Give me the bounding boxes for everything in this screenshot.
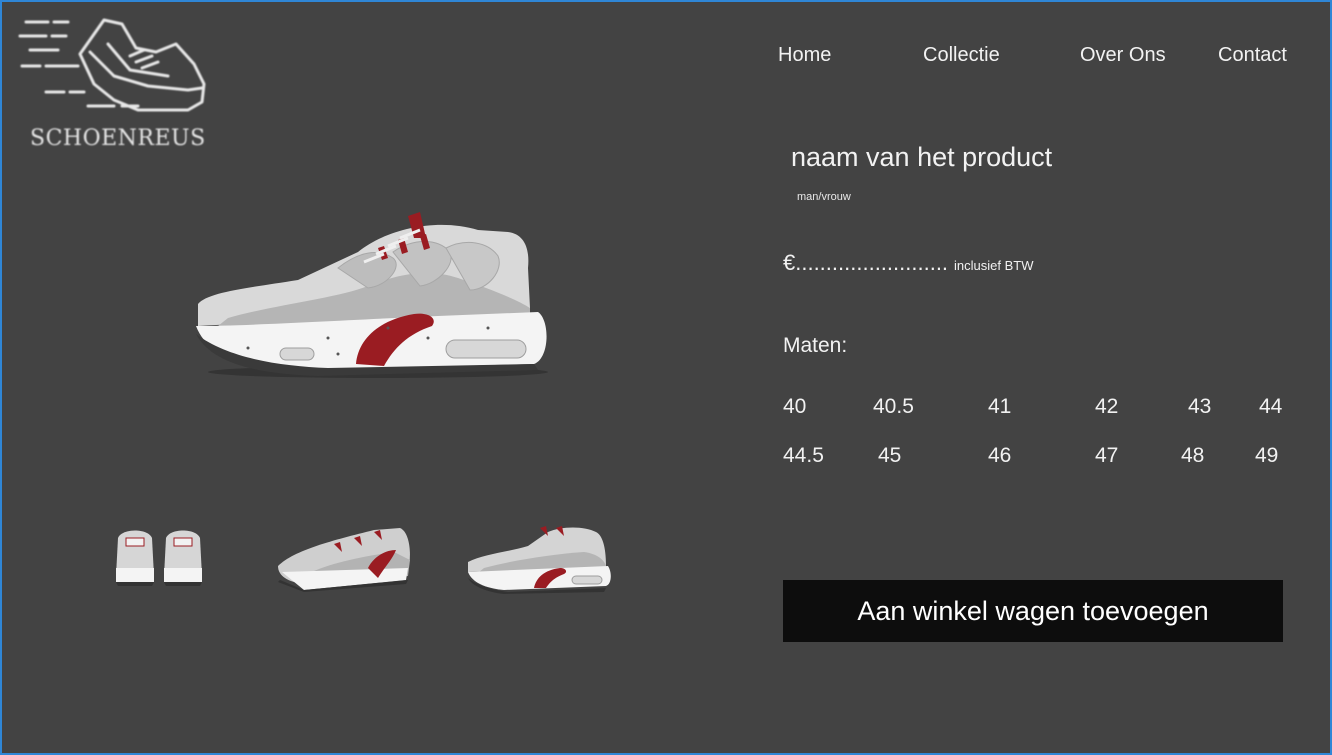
size-option[interactable]: 45 (878, 444, 901, 468)
sneaker-pair-view-image (278, 528, 410, 592)
size-option[interactable]: 44 (1259, 395, 1282, 419)
size-option[interactable]: 42 (1095, 395, 1118, 419)
nav-home[interactable]: Home (778, 44, 831, 67)
nav-collectie[interactable]: Collectie (923, 44, 1000, 67)
vat-note: inclusief BTW (954, 258, 1034, 273)
product-price: €......................... (783, 250, 949, 275)
size-option[interactable]: 49 (1255, 444, 1278, 468)
sneaker-back-view-image (116, 530, 202, 586)
size-option[interactable]: 46 (988, 444, 1011, 468)
nav-contact[interactable]: Contact (1218, 44, 1287, 67)
size-option[interactable]: 44.5 (783, 444, 824, 468)
size-option[interactable]: 47 (1095, 444, 1118, 468)
main-product-image[interactable] (188, 208, 560, 382)
product-page: SCHOENREUS Home Collectie Over Ons Conta… (0, 0, 1332, 755)
brand-logo[interactable]: SCHOENREUS (18, 14, 214, 154)
thumbnail-pair-view[interactable] (274, 520, 416, 597)
product-title: naam van het product (791, 142, 1053, 172)
running-shoe-logo-icon (18, 18, 206, 112)
size-option[interactable]: 40 (783, 395, 806, 419)
size-option[interactable]: 41 (988, 395, 1011, 419)
nav-over-ons[interactable]: Over Ons (1080, 44, 1166, 67)
sneaker-side-view-thumb-image (468, 526, 611, 594)
product-gender: man/vrouw (797, 191, 851, 203)
sneaker-side-view-image (196, 212, 548, 378)
size-option[interactable]: 40.5 (873, 395, 914, 419)
add-to-cart-button[interactable]: Aan winkel wagen toevoegen (783, 580, 1283, 642)
thumbnail-back-view[interactable] (112, 524, 208, 595)
thumbnail-side-view[interactable] (464, 522, 614, 599)
price-row: €......................... inclusief BTW (783, 250, 1034, 276)
size-option[interactable]: 43 (1188, 395, 1211, 419)
sizes-label: Maten: (783, 334, 848, 357)
brand-name: SCHOENREUS (30, 126, 206, 151)
size-option[interactable]: 48 (1181, 444, 1204, 468)
